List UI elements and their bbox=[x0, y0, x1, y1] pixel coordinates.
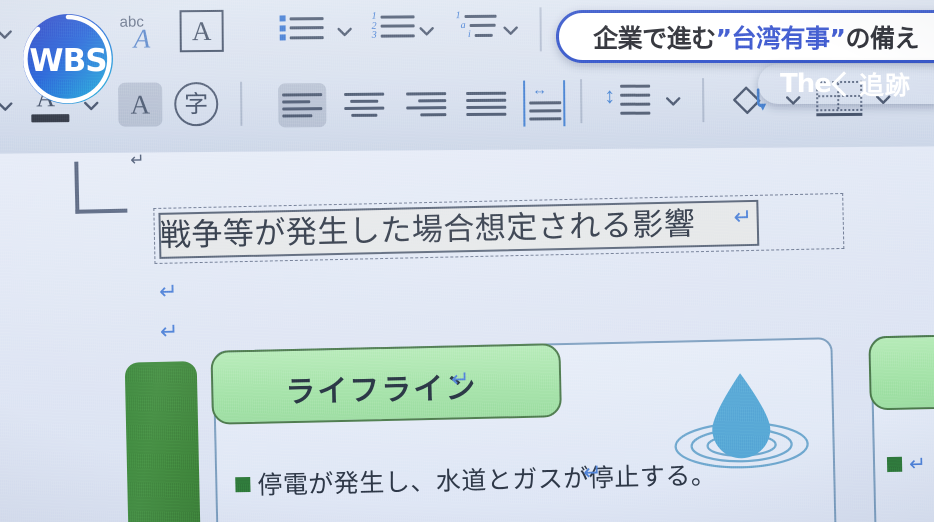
align-left-icon bbox=[282, 93, 323, 118]
numbered-list-button[interactable]: 1 2 3 bbox=[370, 10, 415, 41]
content-card-secondary-bullet: ↵ bbox=[886, 451, 927, 477]
list-num: 3 bbox=[371, 29, 377, 41]
toolbar-separator bbox=[539, 7, 542, 52]
justify-button[interactable] bbox=[462, 82, 510, 126]
numbered-list-dropdown[interactable] bbox=[416, 20, 438, 42]
headline-post: の備え bbox=[845, 23, 919, 53]
distributed-icon: ↔ bbox=[523, 80, 566, 127]
bullet-list-dropdown[interactable] bbox=[334, 21, 356, 43]
heading-paragraph-mark: ↵ bbox=[450, 367, 470, 393]
toolbar-separator bbox=[702, 78, 705, 123]
bullet-list-icon bbox=[279, 15, 324, 41]
content-card-secondary-header bbox=[868, 332, 934, 411]
green-accent-bar bbox=[124, 361, 201, 522]
chevron-down-icon bbox=[500, 20, 522, 42]
line-spacing-dropdown[interactable] bbox=[662, 90, 684, 112]
chevron-down-icon bbox=[662, 90, 684, 112]
phonetic-guide-icon: abc A bbox=[119, 13, 151, 54]
svg-text:WBS: WBS bbox=[29, 43, 106, 79]
list-num: a bbox=[460, 19, 466, 31]
headline-accent: ”台湾有事” bbox=[715, 23, 846, 53]
title-paragraph-mark: ↵ bbox=[733, 204, 753, 231]
text-effects-icon: A bbox=[130, 88, 151, 120]
toolbar-separator bbox=[240, 81, 243, 126]
align-right-button[interactable] bbox=[402, 82, 450, 126]
bullet-paragraph-mark: ↵ bbox=[582, 460, 602, 486]
page-margin-marker bbox=[74, 160, 128, 214]
segment-name-text: 追跡 bbox=[858, 71, 911, 100]
paragraph-mark: ↵ bbox=[158, 279, 178, 305]
water-drop-icon bbox=[665, 360, 818, 483]
broadcast-headline-banner: 企業で進む”台湾有事”の備え bbox=[556, 10, 934, 63]
line-spacing-icon: ↕ bbox=[604, 81, 652, 123]
segment-logo-the-tsuiseki: The 追跡 bbox=[758, 64, 934, 104]
font-color-dropdown[interactable] bbox=[0, 24, 16, 46]
align-right-icon bbox=[406, 92, 447, 117]
chevron-down-icon bbox=[0, 96, 16, 118]
chevron-left-icon bbox=[833, 64, 853, 104]
align-center-icon bbox=[344, 92, 385, 117]
character-shading-button[interactable]: 字 bbox=[174, 81, 219, 127]
line-spacing-button[interactable]: ↕ bbox=[604, 81, 652, 123]
phonetic-guide-button[interactable]: abc A bbox=[113, 8, 167, 56]
highlight-color-dropdown[interactable] bbox=[0, 96, 16, 118]
headline-pre: 企業で進む bbox=[593, 23, 716, 53]
multilevel-list-icon: 1 a i bbox=[454, 10, 497, 40]
chevron-down-icon bbox=[334, 21, 356, 43]
toolbar-separator bbox=[580, 79, 583, 124]
broadcast-headline-text: 企業で進む”台湾有事”の備え bbox=[593, 19, 919, 55]
list-num: 2 bbox=[371, 20, 377, 32]
justify-icon bbox=[466, 91, 507, 117]
document-page[interactable]: ↵ 戦争等が発生した場合想定される影響 ↵ ↵ ↵ ライフライン ↵ 停電が発生… bbox=[0, 128, 934, 522]
list-num: 1 bbox=[371, 10, 377, 22]
align-center-button[interactable] bbox=[340, 83, 388, 127]
screen-capture: abc A A 1 2 3 1 a i A 字 ↔ ↕ ↵ 戦争等が発生した場合… bbox=[0, 0, 934, 522]
character-border-button[interactable]: A bbox=[179, 9, 224, 53]
bullet-paragraph-mark: ↵ bbox=[908, 453, 927, 476]
chevron-down-icon bbox=[416, 20, 438, 42]
paragraph-mark: ↵ bbox=[130, 150, 145, 171]
multilevel-list-button[interactable]: 1 a i bbox=[454, 10, 497, 40]
bullet-square-icon bbox=[886, 456, 903, 473]
character-shading-icon: 字 bbox=[174, 81, 219, 127]
character-border-icon: A bbox=[179, 9, 224, 53]
bullet-square-icon bbox=[235, 476, 251, 492]
chevron-down-icon bbox=[0, 24, 16, 46]
wbs-logo: WBS bbox=[16, 7, 120, 111]
bullet-list-button[interactable] bbox=[279, 15, 324, 41]
segment-the-text: The bbox=[780, 69, 832, 99]
multilevel-list-dropdown[interactable] bbox=[500, 20, 522, 42]
distributed-button[interactable]: ↔ bbox=[520, 79, 568, 127]
paragraph-mark: ↵ bbox=[159, 319, 179, 345]
numbered-list-icon: 1 2 3 bbox=[370, 10, 415, 41]
list-num: i bbox=[467, 28, 471, 40]
list-num: 1 bbox=[455, 10, 461, 22]
text-effects-button[interactable]: A bbox=[118, 82, 163, 127]
align-left-button[interactable] bbox=[278, 83, 327, 128]
content-card-lifeline-title: ライフライン bbox=[284, 370, 478, 411]
